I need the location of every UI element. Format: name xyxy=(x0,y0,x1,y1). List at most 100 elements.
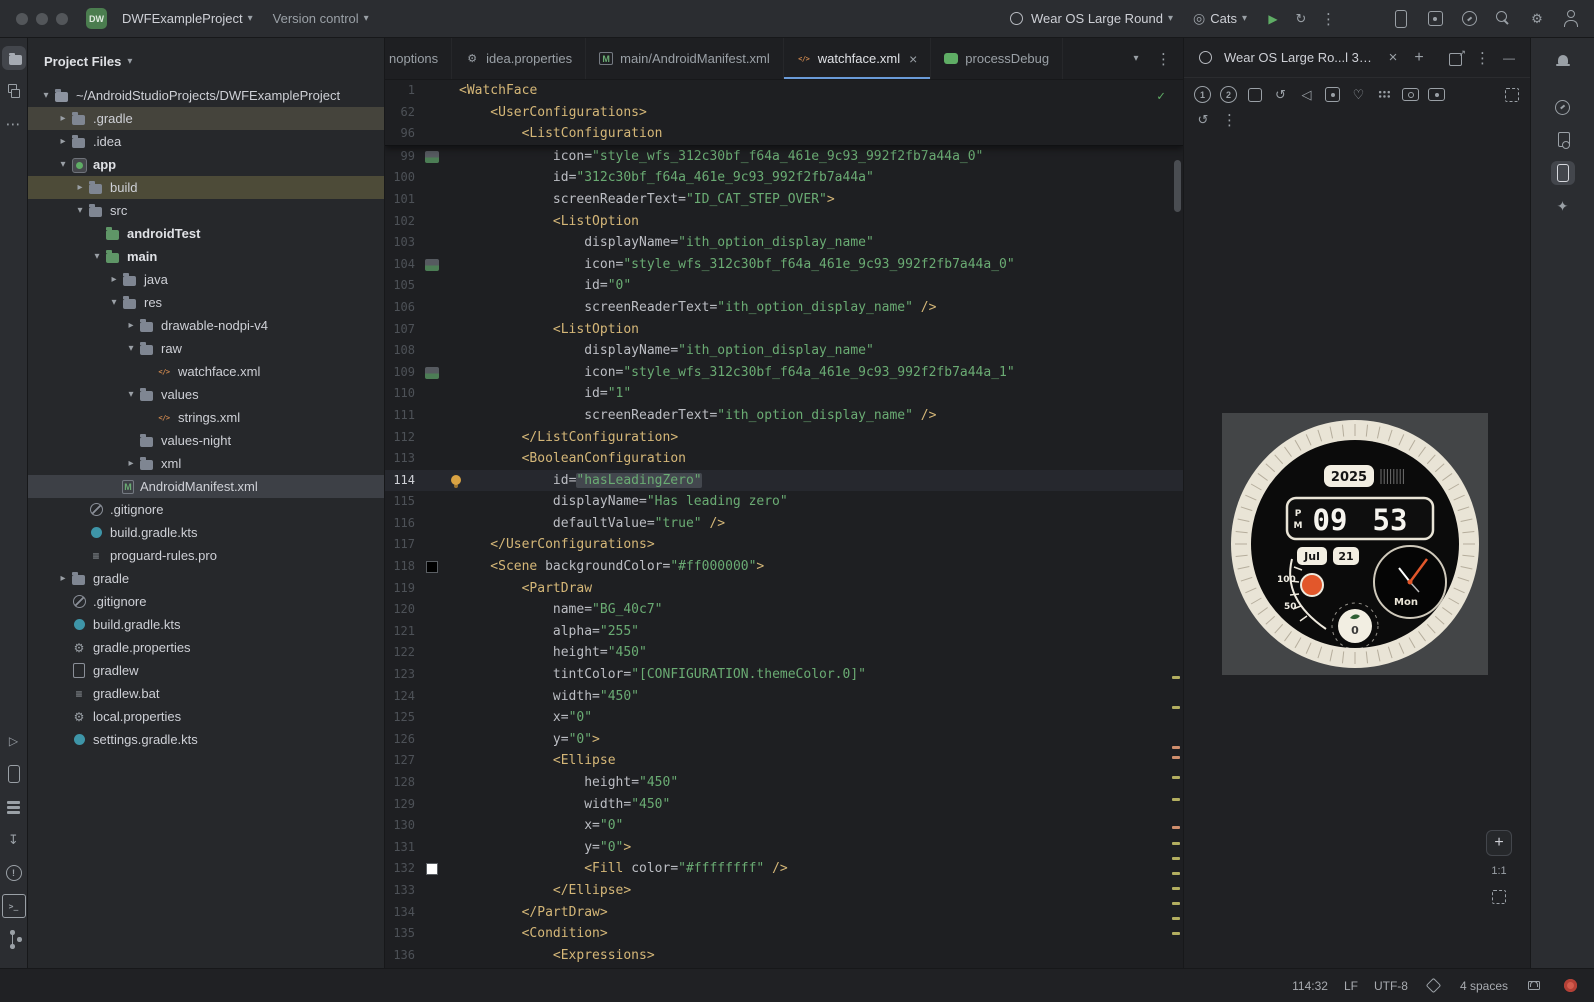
code-line-112[interactable]: 112</ListConfiguration> xyxy=(385,427,1183,449)
code-line-124[interactable]: 124width="450" xyxy=(385,686,1183,708)
indent-widget[interactable]: 4 spaces xyxy=(1460,979,1508,993)
code-line-121[interactable]: 121alpha="255" xyxy=(385,621,1183,643)
fit-to-window-icon[interactable] xyxy=(1488,886,1510,908)
code-editor[interactable]: 1<WatchFace62<UserConfigurations>96<List… xyxy=(385,80,1183,968)
settings-icon[interactable]: ⚙ xyxy=(1524,6,1550,32)
tree-item-local.properties[interactable]: ⚙local.properties xyxy=(28,705,384,728)
build-icon[interactable]: ↻ xyxy=(1288,6,1314,32)
code-line-111[interactable]: 111screenReaderText="ith_option_display_… xyxy=(385,405,1183,427)
code-line-99[interactable]: 99icon="style_wfs_312c30bf_f64a_461e_9c9… xyxy=(385,146,1183,168)
code-line-126[interactable]: 126y="0"> xyxy=(385,729,1183,751)
device-explorer-icon[interactable] xyxy=(1551,128,1575,152)
chevron-down-icon[interactable]: ▾ xyxy=(123,389,139,400)
warning-mark[interactable] xyxy=(1172,706,1180,709)
code-line-107[interactable]: 107<ListOption xyxy=(385,319,1183,341)
fullscreen-icon[interactable] xyxy=(1499,82,1524,107)
watch-device-icon[interactable] xyxy=(1192,45,1218,71)
code-line-114[interactable]: 114id="hasLeadingZero" xyxy=(385,470,1183,492)
warning-mark[interactable] xyxy=(1172,676,1180,679)
more-icon[interactable]: ⋮ xyxy=(1470,45,1496,71)
chevron-right-icon[interactable]: ▸ xyxy=(55,573,71,584)
profiler-icon[interactable] xyxy=(1456,6,1482,32)
chevron-down-icon[interactable]: ▾ xyxy=(123,343,139,354)
code-line-131[interactable]: 131y="0"> xyxy=(385,837,1183,859)
more-options-icon[interactable]: ⋮ xyxy=(1217,107,1243,133)
code-line-117[interactable]: 117</UserConfigurations> xyxy=(385,534,1183,556)
tab-main/AndroidManifest.xml[interactable]: Mmain/AndroidManifest.xml xyxy=(586,38,784,79)
code-line-106[interactable]: 106screenReaderText="ith_option_display_… xyxy=(385,297,1183,319)
dependencies-tool-icon[interactable]: ↧ xyxy=(2,828,26,852)
chevron-down-icon[interactable]: ▾ xyxy=(55,159,71,170)
image-icon[interactable] xyxy=(419,151,445,163)
warning-mark[interactable] xyxy=(1172,746,1180,749)
tree-item-drawable-nodpi-v4[interactable]: ▸drawable-nodpi-v4 xyxy=(28,314,384,337)
inspection-status-icon[interactable]: ✓ xyxy=(1157,86,1165,108)
code-line-100[interactable]: 100id="312c30bf_f64a_461e_9c93_992f2fb7a… xyxy=(385,167,1183,189)
run-tool-icon[interactable]: ▷ xyxy=(2,729,26,753)
notifications-icon[interactable] xyxy=(1551,48,1575,72)
error-stripe[interactable] xyxy=(1170,80,1183,968)
code-line-129[interactable]: 129width="450" xyxy=(385,794,1183,816)
tree-item-java[interactable]: ▸java xyxy=(28,268,384,291)
button-two-icon[interactable]: 2 xyxy=(1216,82,1241,107)
emulator-screen[interactable]: 2025 P M 09 53 Jul 21 Mon xyxy=(1222,413,1488,675)
tree-item-.gitignore[interactable]: .gitignore xyxy=(28,590,384,613)
chevron-right-icon[interactable]: ▸ xyxy=(123,458,139,469)
code-line-130[interactable]: 130x="0" xyxy=(385,815,1183,837)
code-line-105[interactable]: 105id="0" xyxy=(385,275,1183,297)
rotate-reset-icon[interactable]: ↺ xyxy=(1190,107,1216,133)
tree-item-xml[interactable]: ▸xml xyxy=(28,452,384,475)
layout-inspector-icon[interactable] xyxy=(1422,6,1448,32)
chevron-right-icon[interactable]: ▸ xyxy=(72,182,88,193)
tree-item-proguard-rules.pro[interactable]: ≡proguard-rules.pro xyxy=(28,544,384,567)
tab-watchface.xml[interactable]: </>watchface.xml× xyxy=(784,38,932,79)
keyboard-icon[interactable] xyxy=(1372,82,1397,107)
color-black-icon[interactable] xyxy=(419,561,445,573)
code-line-103[interactable]: 103displayName="ith_option_display_name" xyxy=(385,232,1183,254)
run-button[interactable]: ▶ xyxy=(1260,6,1286,32)
tree-item-.idea[interactable]: ▸.idea xyxy=(28,130,384,153)
wrist-tilt-icon[interactable]: ↺ xyxy=(1268,82,1293,107)
caret-position-widget[interactable]: 114:32 xyxy=(1292,979,1328,993)
device-tool-icon[interactable] xyxy=(2,762,26,786)
camera-icon[interactable] xyxy=(1398,82,1423,107)
code-line-109[interactable]: 109icon="style_wfs_312c30bf_f64a_461e_9c… xyxy=(385,362,1183,384)
code-line-135[interactable]: 135<Condition> xyxy=(385,923,1183,945)
heart-rate-icon[interactable]: ♡ xyxy=(1346,82,1371,107)
code-line-104[interactable]: 104icon="style_wfs_312c30bf_f64a_461e_9c… xyxy=(385,254,1183,276)
tree-item-gradlew.bat[interactable]: ≡gradlew.bat xyxy=(28,682,384,705)
tab-idea.properties[interactable]: ⚙idea.properties xyxy=(452,38,586,79)
tree-item-values[interactable]: ▾values xyxy=(28,383,384,406)
device-manager-icon[interactable] xyxy=(1388,6,1414,32)
open-in-window-icon[interactable] xyxy=(1444,45,1470,71)
project-panel-header[interactable]: Project Files ▾ xyxy=(28,38,384,84)
analysis-status-icon[interactable] xyxy=(1560,976,1580,996)
tree-item-gradle.properties[interactable]: ⚙gradle.properties xyxy=(28,636,384,659)
more-actions-icon[interactable]: ⋮ xyxy=(1316,6,1342,32)
zoom-in-button[interactable]: + xyxy=(1486,830,1512,856)
structure-tool-icon[interactable] xyxy=(2,79,26,103)
code-line-133[interactable]: 133</Ellipse> xyxy=(385,880,1183,902)
tree-item-build[interactable]: ▸build xyxy=(28,176,384,199)
tree-item-res[interactable]: ▾res xyxy=(28,291,384,314)
image-icon[interactable] xyxy=(419,367,445,379)
tree-item-watchface.xml[interactable]: </>watchface.xml xyxy=(28,360,384,383)
tab-options-icon[interactable]: ⋮ xyxy=(1151,46,1177,72)
line-ending-widget[interactable]: LF xyxy=(1344,979,1358,993)
chevron-right-icon[interactable]: ▸ xyxy=(55,136,71,147)
image-icon[interactable] xyxy=(419,259,445,271)
code-line-110[interactable]: 110id="1" xyxy=(385,383,1183,405)
chevron-right-icon[interactable]: ▸ xyxy=(55,113,71,124)
code-line-134[interactable]: 134</PartDraw> xyxy=(385,902,1183,924)
tree-item-.gitignore[interactable]: .gitignore xyxy=(28,498,384,521)
hide-panel-icon[interactable]: — xyxy=(1496,45,1522,71)
chevron-down-icon[interactable]: ▾ xyxy=(106,297,122,308)
code-line-115[interactable]: 115displayName="Has leading zero" xyxy=(385,491,1183,513)
warning-mark[interactable] xyxy=(1172,917,1180,920)
warning-mark[interactable] xyxy=(1172,872,1180,875)
code-line-128[interactable]: 128height="450" xyxy=(385,772,1183,794)
code-line-108[interactable]: 108displayName="ith_option_display_name" xyxy=(385,340,1183,362)
code-line-122[interactable]: 122height="450" xyxy=(385,642,1183,664)
close-tab-icon[interactable]: × xyxy=(1380,45,1406,71)
running-devices-icon[interactable] xyxy=(1551,161,1575,185)
